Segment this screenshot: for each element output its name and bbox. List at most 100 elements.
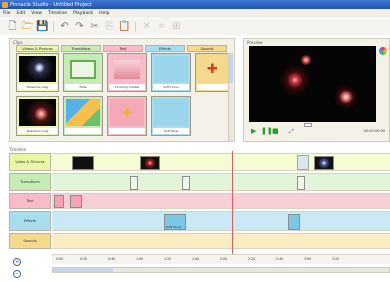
ruler-tick: 0:40 <box>108 257 116 261</box>
ruler-tick: 2:00 <box>220 257 228 261</box>
track-lane-text <box>52 193 390 209</box>
scrub-handle[interactable] <box>304 123 312 127</box>
tile-caption <box>65 128 101 134</box>
category-text[interactable]: Text <box>103 45 143 52</box>
tile-caption: Fireworks.mpg <box>18 84 57 90</box>
time-counter: 00:00:00:00 <box>363 129 385 133</box>
firework-burst <box>331 84 361 110</box>
scroll-thumb[interactable] <box>229 53 233 83</box>
tile-caption <box>197 84 228 90</box>
video-clip[interactable] <box>72 156 94 170</box>
timeline-scrollbar[interactable] <box>52 267 390 273</box>
transition-clip[interactable] <box>182 176 190 190</box>
track-lane-effects: Soft Focus <box>52 211 390 231</box>
zoom-out-icon[interactable]: − <box>13 270 21 278</box>
assets-panel: Clips Videos & Pictures Transitions Text… <box>9 38 235 142</box>
menu-file[interactable]: File <box>3 11 11 16</box>
text-clip[interactable] <box>54 195 64 208</box>
video-clip[interactable] <box>140 156 160 170</box>
ruler-tick: 3:00 <box>304 257 312 261</box>
stop-icon[interactable]: ■ <box>272 128 279 135</box>
track-header-sounds[interactable]: Sounds <box>9 233 51 249</box>
track-header-transitions[interactable]: Transitions <box>9 173 51 191</box>
track-header-text[interactable]: Text <box>9 193 51 209</box>
video-clip[interactable] <box>314 156 334 170</box>
fade-thumbnail <box>70 60 96 79</box>
menu-help[interactable]: Help <box>99 11 109 16</box>
delete-icon[interactable]: ✕ <box>140 21 153 34</box>
tile-caption: Fade <box>65 84 101 90</box>
ruler-tick: 2:20 <box>248 257 256 261</box>
ruler-tick: 0:20 <box>80 257 88 261</box>
sparklers-thumbnail <box>19 99 56 126</box>
asset-tile-transition-2[interactable] <box>63 96 103 136</box>
track-lane-transitions <box>52 173 390 191</box>
track-lane-sounds <box>52 233 390 249</box>
category-sounds[interactable]: Sounds <box>187 45 227 52</box>
track-lane-video <box>52 153 390 171</box>
firework-burst <box>275 64 315 96</box>
preview-header: Preview <box>247 40 263 45</box>
asset-tile-credits[interactable]: Scrolling Credits <box>107 53 147 92</box>
asset-tile-sound[interactable]: ✚ <box>195 53 230 92</box>
app-icon <box>2 1 8 8</box>
ruler-tick: 3:20 <box>332 257 340 261</box>
copy-icon[interactable]: ⎘ <box>103 21 116 34</box>
soft-glow-thumbnail <box>154 99 188 126</box>
fullscreen-icon[interactable]: ⤢ <box>289 128 294 135</box>
menu-edit[interactable]: Edit <box>17 11 26 16</box>
transition-2-thumbnail <box>66 99 100 126</box>
play-icon[interactable]: ▶ <box>251 128 256 135</box>
effect-clip[interactable] <box>288 214 300 230</box>
asset-tile-soft-focus[interactable]: Soft Focus <box>151 53 191 92</box>
save-icon[interactable]: 💾 <box>36 21 49 34</box>
fireworks-thumbnail <box>19 56 56 82</box>
text-clip[interactable] <box>70 195 82 208</box>
asset-tile-fade[interactable]: Fade <box>63 53 103 92</box>
track-header-effects[interactable]: Effects <box>9 211 51 231</box>
text-2-thumbnail: ✚ <box>110 99 144 126</box>
asset-tile-soft-glow[interactable]: Soft Glow <box>151 96 191 136</box>
menu-bar: File Edit View Timeline Playback Help <box>0 9 390 18</box>
redo-icon[interactable]: ↷ <box>73 21 86 34</box>
category-videos[interactable]: Videos & Pictures <box>16 45 59 52</box>
color-wheel-icon[interactable] <box>379 47 389 59</box>
clip-label: Soft Focus <box>166 225 182 229</box>
asset-tile-fireworks[interactable]: Fireworks.mpg <box>16 53 59 92</box>
ruler-tick: 1:00 <box>136 257 144 261</box>
category-transitions[interactable]: Transitions <box>61 45 101 52</box>
paste-icon[interactable]: 📋 <box>118 21 131 34</box>
effect-clip-soft-focus[interactable]: Soft Focus <box>164 214 186 230</box>
transition-clip[interactable] <box>297 176 305 190</box>
add-text-icon: ✚ <box>121 105 133 120</box>
track-header-video[interactable]: Video & Pictures <box>9 153 51 171</box>
asset-tile-sparklers[interactable]: Sparklers.mpg <box>16 96 59 136</box>
tile-caption: Soft Glow <box>153 128 189 134</box>
sound-icon: ✚ <box>207 61 218 77</box>
ruler-tick: 1:40 <box>192 257 200 261</box>
menu-playback[interactable]: Playback <box>73 11 93 16</box>
scroll-thumb[interactable] <box>53 268 113 272</box>
open-icon[interactable]: 🗁 <box>21 21 34 34</box>
toolbar-separator <box>53 22 54 32</box>
window-title: Pinnacle Studio - Untitled Project <box>10 1 92 8</box>
ruler-tick: 0:00 <box>56 257 64 261</box>
extra-icon[interactable]: ⌗ <box>155 21 168 34</box>
undo-icon[interactable]: ↶ <box>58 21 71 34</box>
toolbar: 🗋 🗁 💾 ↶ ↷ ✂ ⎘ 📋 ✕ ⌗ ⊞ <box>0 19 390 35</box>
cut-icon[interactable]: ✂ <box>88 21 101 34</box>
transition-marker[interactable] <box>297 155 309 170</box>
preview-panel: Preview ▶ ❚❚ ■ ⤢ 00:00:00:00 <box>243 38 390 142</box>
ruler-tick: 2:40 <box>276 257 284 261</box>
asset-tile-text-2[interactable]: ✚ <box>107 96 147 136</box>
category-effects[interactable]: Effects <box>145 45 185 52</box>
menu-view[interactable]: View <box>31 11 42 16</box>
pause-icon[interactable]: ❚❚ <box>261 128 273 135</box>
playhead[interactable] <box>232 151 233 263</box>
zoom-in-icon[interactable]: + <box>13 258 21 266</box>
menu-timeline[interactable]: Timeline <box>48 11 67 16</box>
new-icon[interactable]: 🗋 <box>6 21 19 34</box>
assets-scrollbar[interactable] <box>228 53 233 141</box>
transition-clip[interactable] <box>130 176 138 190</box>
properties-icon[interactable]: ⊞ <box>170 21 183 34</box>
